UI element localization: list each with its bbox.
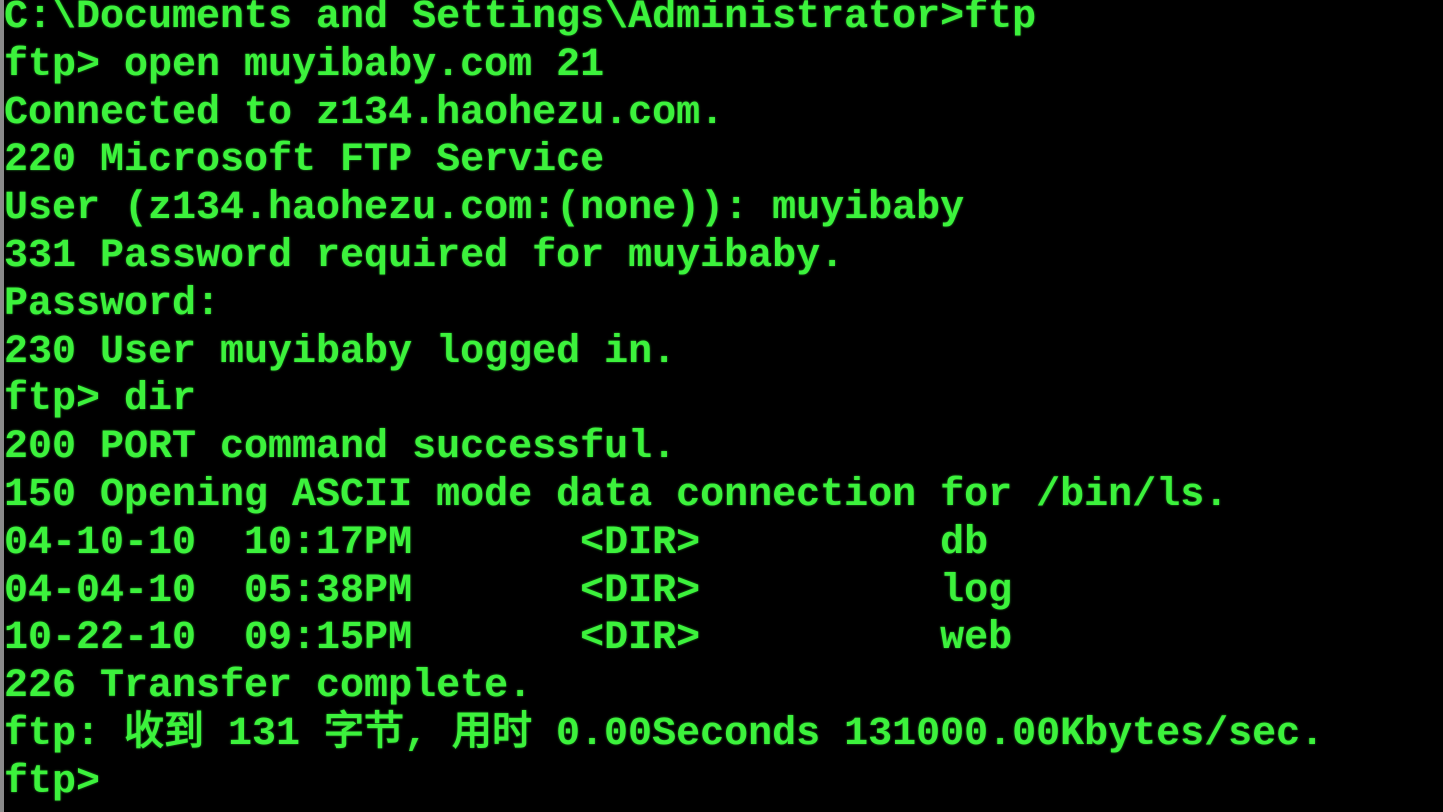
- terminal-line: 331 Password required for muyibaby.: [4, 233, 845, 279]
- dir-listing-row: 10-22-10 09:15PM <DIR> web: [4, 616, 1013, 662]
- terminal-console[interactable]: C:\Documents and Settings\Administrator>…: [4, 0, 1443, 812]
- dir-listing-row: 04-04-10 05:38PM <DIR> log: [4, 568, 1013, 614]
- terminal-line: 226 Transfer complete.: [4, 664, 533, 710]
- terminal-line: ftp> dir: [4, 377, 197, 423]
- terminal-line: ftp: 收到 131 字节, 用时 0.00Seconds 131000.00…: [4, 711, 1325, 757]
- terminal-prompt[interactable]: ftp>: [4, 759, 1443, 807]
- terminal-line: 230 User muyibaby logged in.: [4, 329, 677, 375]
- terminal-line: 200 PORT command successful.: [4, 425, 677, 471]
- dir-listing-row: 04-10-10 10:17PM <DIR> db: [4, 520, 989, 566]
- terminal-line: ftp> open muyibaby.com 21: [4, 42, 605, 88]
- terminal-line: Password:: [4, 281, 221, 327]
- terminal-line: User (z134.haohezu.com:(none)): muyibaby: [4, 186, 965, 232]
- terminal-line: C:\Documents and Settings\Administrator>…: [4, 0, 1037, 40]
- terminal-line: Connected to z134.haohezu.com.: [4, 90, 725, 136]
- terminal-line: 220 Microsoft FTP Service: [4, 138, 605, 184]
- terminal-line: 150 Opening ASCII mode data connection f…: [4, 472, 1229, 518]
